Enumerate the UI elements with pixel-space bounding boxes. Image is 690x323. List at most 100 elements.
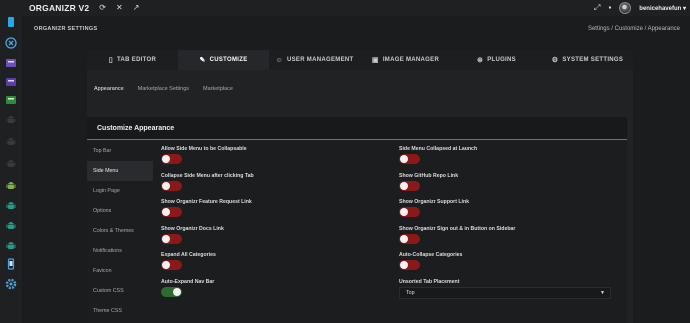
toggle-knob: [162, 155, 170, 163]
tab-tab-editor[interactable]: ▯ TAB EDITOR: [87, 50, 178, 70]
toggle-switch[interactable]: [399, 180, 420, 191]
setting-label: Show Organizr Sign out & in Button on Si…: [399, 225, 516, 232]
setting-label: Auto-Collapse Categories: [399, 252, 463, 258]
toggle-switch[interactable]: [161, 286, 182, 297]
close-icon[interactable]: ✕: [116, 4, 123, 12]
toggle-knob: [173, 287, 181, 296]
tab-label: SYSTEM SETTINGS: [562, 57, 624, 63]
toggle-switch[interactable]: [161, 207, 182, 217]
tab-label: USER MANAGEMENT: [286, 57, 354, 63]
subtab-marketplace[interactable]: Marketplace: [196, 86, 240, 92]
android-icon: [5, 156, 17, 174]
setting-label: Side Menu Collapsed at Launch: [399, 146, 478, 152]
sidebar-item-10[interactable]: [4, 200, 18, 214]
sidebar-item-1[interactable]: [4, 17, 18, 31]
toggle-knob: [162, 208, 170, 216]
user-icon: ☺: [275, 56, 283, 64]
android-icon: [5, 134, 17, 152]
app-tile-icon: [5, 93, 17, 111]
vtab-colors-themes[interactable]: Colors & Themes: [87, 221, 153, 241]
toggle-switch[interactable]: [161, 180, 182, 191]
sidebar-item-7[interactable]: [4, 136, 18, 150]
main-tabs: ▯ TAB EDITOR ✎ CUSTOMIZE ☺ USER MANAGEMENT …: [87, 50, 633, 70]
username: benicehavefun: [639, 5, 682, 12]
tab-customize[interactable]: ✎ CUSTOMIZE: [178, 50, 269, 70]
setting-label: Allow Side Menu to be Collapsable: [161, 146, 247, 152]
setting-row: Auto-Expand Nav Bar: [161, 274, 381, 300]
toggle-switch[interactable]: [399, 260, 420, 270]
setting-row: Show Organizr Support Link: [399, 194, 619, 220]
setting-row: Auto-Collapse Categories: [399, 247, 619, 273]
toggle-switch[interactable]: [161, 154, 182, 164]
refresh-icon[interactable]: ⟳: [99, 4, 106, 12]
app-title[interactable]: ORGANIZR V2: [29, 3, 89, 13]
sidebar-item-5[interactable]: [4, 95, 18, 109]
setting-row: Show Organizr Docs Link: [161, 221, 381, 247]
sidebar-item-12[interactable]: [4, 240, 18, 254]
settings-card: ▯ TAB EDITOR ✎ CUSTOMIZE ☺ USER MANAGEMENT …: [87, 50, 633, 323]
app-tile-icon: [5, 56, 17, 74]
tab-label: IMAGE MANAGER: [382, 57, 440, 63]
setting-label: Show Organizr Feature Request Link: [161, 199, 252, 205]
image-icon: ▣: [371, 57, 379, 64]
sidebar-item-14[interactable]: [4, 278, 18, 293]
tab-system-settings[interactable]: ⚙ SYSTEM SETTINGS: [542, 50, 633, 70]
panel-title: Customize Appearance: [87, 117, 627, 140]
tab-image-manager[interactable]: ▣ IMAGE MANAGER: [360, 50, 451, 70]
sidebar-item-8[interactable]: [4, 158, 18, 172]
subtab-marketplace-settings[interactable]: Marketplace Settings: [131, 86, 196, 92]
sidebar-item-6[interactable]: [4, 114, 18, 128]
android-icon: [5, 218, 17, 236]
app-tile-icon: [5, 75, 17, 93]
tab-label: CUSTOMIZE: [209, 57, 248, 63]
avatar[interactable]: [619, 2, 632, 14]
sidebar-item-2[interactable]: [4, 37, 18, 52]
unsorted-tab-placement-select[interactable]: Top ▼: [399, 286, 611, 299]
vtab-login-page[interactable]: Login Page: [87, 181, 153, 201]
toggle-knob: [162, 181, 170, 190]
setting-label: Collapse Side Menu after clicking Tab: [161, 172, 254, 179]
sidebar-item-9[interactable]: [4, 180, 18, 194]
notifications-icon[interactable]: ▪: [608, 4, 611, 12]
android-icon: [5, 112, 17, 130]
customize-panel: Customize Appearance Top Bar Side Menu Log…: [87, 117, 627, 323]
toggle-knob: [400, 208, 408, 216]
subtab-appearance[interactable]: Appearance: [87, 86, 131, 92]
android-icon: [5, 178, 17, 196]
toggle-switch[interactable]: [161, 260, 182, 270]
vtab-theme-css[interactable]: Theme CSS: [87, 301, 153, 321]
vtab-favicon[interactable]: Favicon: [87, 261, 153, 281]
paint-icon: ✎: [199, 57, 206, 64]
toggle-switch[interactable]: [399, 233, 420, 244]
tab-user-management[interactable]: ☺ USER MANAGEMENT: [269, 50, 360, 70]
vtab-side-menu[interactable]: Side Menu: [87, 161, 153, 181]
toggle-switch[interactable]: [399, 207, 420, 217]
setting-label: Show Organizr Docs Link: [161, 225, 224, 232]
toggle-switch[interactable]: [399, 154, 420, 164]
toggle-switch[interactable]: [161, 233, 182, 244]
setting-row: Allow Side Menu to be Collapsable: [161, 141, 381, 167]
setting-label: Show GitHub Repo Link: [399, 172, 459, 179]
vtab-options[interactable]: Options: [87, 201, 153, 221]
user-menu[interactable]: benicehavefun ▾: [639, 5, 686, 12]
toggle-knob: [162, 261, 170, 269]
vtab-notifications[interactable]: Notifications: [87, 241, 153, 261]
sidebar-item-13[interactable]: [4, 258, 18, 273]
sidebar-item-3[interactable]: [4, 58, 18, 72]
tab-label: TAB EDITOR: [117, 57, 157, 63]
fullscreen-icon[interactable]: ⤢: [594, 4, 600, 12]
external-link-icon[interactable]: ↗: [133, 4, 140, 12]
toggle-knob: [400, 234, 408, 243]
plug-icon: ⊛: [477, 57, 484, 64]
sidebar-item-11[interactable]: [4, 220, 18, 234]
vtab-custom-css[interactable]: Custom CSS: [87, 281, 153, 301]
setting-row: Collapse Side Menu after clicking Tab: [161, 168, 381, 194]
tab-plugins[interactable]: ⊛ PLUGINS: [451, 50, 542, 70]
toggle-knob: [400, 155, 408, 163]
vtab-top-bar[interactable]: Top Bar: [87, 141, 153, 161]
setting-row: Show GitHub Repo Link: [399, 168, 619, 194]
top-right-controls: ⤢ ▪ benicehavefun ▾: [594, 0, 686, 16]
tab-label: PLUGINS: [487, 57, 516, 63]
sidebar-item-4[interactable]: [4, 77, 18, 91]
sub-tabs: Appearance Marketplace Settings Marketpl…: [87, 86, 240, 92]
